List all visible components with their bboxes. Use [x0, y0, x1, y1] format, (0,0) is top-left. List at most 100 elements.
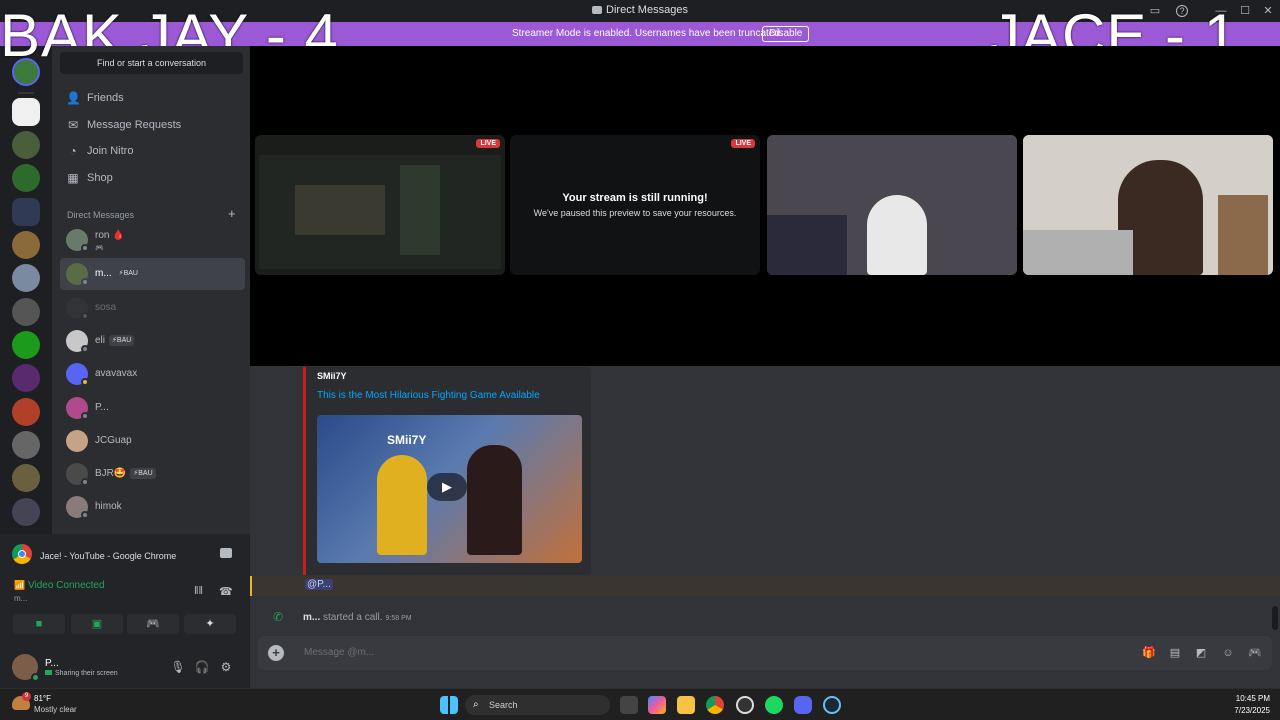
maximize-button[interactable]: ☐ [1237, 3, 1253, 19]
copilot-icon[interactable] [648, 696, 666, 714]
add-dm-icon[interactable]: + [228, 206, 236, 221]
dm-item[interactable]: P... [60, 392, 245, 424]
nav-shop[interactable]: ▦ Shop [60, 166, 243, 190]
dm-item[interactable]: sosa [60, 292, 245, 324]
sticker-icon[interactable]: ◩ [1194, 646, 1208, 660]
user-status-icon [31, 673, 40, 682]
chrome-taskbar-icon[interactable] [706, 696, 724, 714]
server-icon[interactable] [12, 131, 40, 159]
dm-item[interactable]: avavavax [60, 358, 245, 390]
headphones-icon[interactable]: 🎧 [194, 659, 210, 675]
steam-icon[interactable] [823, 696, 841, 714]
search-input[interactable]: Find or start a conversation [60, 52, 243, 74]
discord-taskbar-icon[interactable] [794, 696, 812, 714]
dm-item-active[interactable]: m... ⚡BAU [60, 258, 245, 290]
dm-item[interactable]: JCGuap [60, 425, 245, 457]
gear-icon[interactable]: ⚙ [218, 659, 234, 675]
soundboard-button[interactable]: ✦ [184, 614, 236, 634]
emoji-icon[interactable]: ☺ [1221, 646, 1235, 660]
dm-item[interactable]: eli ⚡BAU [60, 325, 245, 357]
search-icon: ⌕ [473, 699, 479, 710]
screen-share-source[interactable]: Jace! - YouTube - Google Chrome [8, 540, 242, 570]
video-feed-bed [1023, 230, 1133, 275]
nav-message-requests[interactable]: ✉ Message Requests [60, 113, 243, 137]
embed-thumbnail[interactable]: SMii7Y ▶ [317, 415, 582, 563]
server-icon[interactable] [12, 231, 40, 259]
weather-desc[interactable]: Mostly clear [34, 705, 77, 714]
voice-status[interactable]: 📶 Video Connected [14, 580, 105, 591]
status-icon [81, 378, 89, 386]
nav-join-nitro-label: Join Nitro [87, 145, 134, 157]
video-tile[interactable] [1023, 135, 1273, 275]
mic-icon[interactable]: 🎙 [170, 659, 186, 675]
screen-icon [45, 670, 52, 675]
status-icon [81, 244, 89, 252]
dm-item[interactable]: BJR🤩 ⚡BAU [60, 458, 245, 490]
task-view-icon[interactable] [620, 696, 638, 714]
clock-date[interactable]: 7/23/2025 [1224, 706, 1270, 715]
thumb-text: SMii7Y [387, 433, 427, 447]
call-user[interactable]: m... [303, 612, 320, 623]
spotify-icon[interactable] [765, 696, 783, 714]
server-icon[interactable] [12, 431, 40, 459]
play-icon[interactable]: ▶ [427, 473, 467, 501]
obs-icon[interactable] [736, 696, 754, 714]
server-icon[interactable] [12, 398, 40, 426]
noise-suppression-icon[interactable]: ‖‖ [194, 585, 203, 597]
nav-join-nitro[interactable]: ◔ Join Nitro [60, 139, 243, 163]
camera-button[interactable]: ■ [13, 614, 65, 634]
video-feed-dresser [1218, 195, 1268, 275]
stream-tile-screen[interactable]: LIVE [255, 135, 505, 275]
nav-friends[interactable]: 👤 Friends [60, 86, 243, 110]
message-composer[interactable]: + Message @m... 🎁 ▤ ◩ ☺ 🎮 [258, 636, 1272, 670]
close-button[interactable]: ✕ [1260, 3, 1276, 19]
dm-name: m... ⚡BAU [95, 268, 141, 279]
dm-item[interactable]: ron 🩸 🎮 [60, 224, 245, 256]
windows-start-icon[interactable] [440, 696, 458, 714]
user-mention[interactable]: @P... [305, 579, 333, 590]
file-explorer-icon[interactable] [677, 696, 695, 714]
server-tag-badge: ⚡BAU [109, 335, 135, 346]
chrome-icon-center [18, 550, 26, 558]
nav-friends-label: Friends [87, 92, 124, 104]
embed-author[interactable]: SMii7Y [317, 371, 347, 381]
server-icon[interactable] [12, 298, 40, 326]
call-area: LIVE Your stream is still running! We've… [250, 46, 1280, 366]
user-status-text: Sharing their screen [55, 670, 118, 677]
apps-icon[interactable]: 🎮 [1248, 646, 1262, 660]
link-embed[interactable]: SMii7Y This is the Most Hilarious Fighti… [303, 367, 591, 575]
server-icon[interactable] [12, 464, 40, 492]
status-icon [81, 478, 89, 486]
activity-button[interactable]: 🎮 [127, 614, 179, 634]
video-tile[interactable] [767, 135, 1017, 275]
window-title-text: Direct Messages [606, 4, 688, 16]
server-icon[interactable] [12, 98, 40, 126]
dm-name-text: eli [95, 335, 106, 347]
server-icon[interactable] [12, 264, 40, 292]
disconnect-icon[interactable]: ☎ [219, 585, 233, 598]
voice-channel[interactable]: m... [14, 594, 27, 603]
disable-button[interactable]: Disable [762, 26, 810, 42]
message-input[interactable]: Message @m... [304, 647, 374, 658]
weather-temp[interactable]: 81°F [34, 694, 51, 703]
main-content: LIVE Your stream is still running! We've… [250, 46, 1280, 688]
status-icon [81, 412, 89, 420]
attach-plus-icon[interactable]: + [268, 645, 284, 661]
server-icon[interactable] [12, 364, 40, 392]
taskbar-search[interactable]: ⌕ Search [465, 695, 610, 715]
embed-title[interactable]: This is the Most Hilarious Fighting Game… [317, 390, 540, 401]
stop-stream-icon[interactable] [220, 548, 232, 558]
scrollbar[interactable] [1272, 606, 1278, 630]
server-icon[interactable] [12, 164, 40, 192]
gift-icon[interactable]: 🎁 [1142, 646, 1156, 660]
server-icon[interactable] [12, 498, 40, 526]
dm-header: Direct Messages [67, 210, 135, 220]
server-icon[interactable] [12, 198, 40, 226]
dm-item[interactable]: himok [60, 491, 245, 523]
clock-time[interactable]: 10:45 PM [1224, 694, 1270, 703]
gif-icon[interactable]: ▤ [1168, 646, 1182, 660]
screen-share-button[interactable]: ▣ [71, 614, 123, 634]
user-status: Sharing their screen [45, 670, 118, 677]
stream-tile-paused[interactable]: Your stream is still running! We've paus… [510, 135, 760, 275]
server-icon[interactable] [12, 331, 40, 359]
